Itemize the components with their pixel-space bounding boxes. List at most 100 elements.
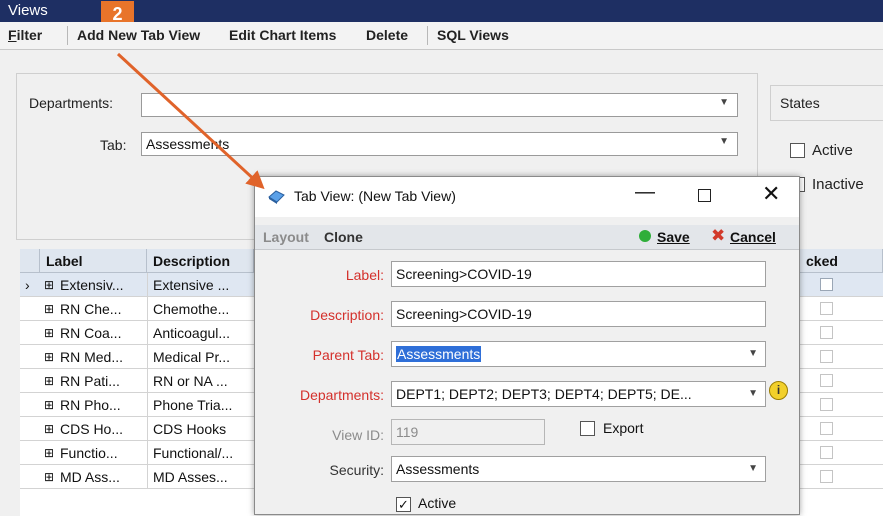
layout-button[interactable]: Layout: [263, 229, 309, 245]
cell-label: RN Che...: [60, 301, 122, 317]
chevron-down-icon: ▼: [748, 463, 758, 474]
cell-divider: [147, 297, 148, 321]
states-inactive-label: Inactive: [812, 176, 864, 193]
menu-add-new-tab-view[interactable]: Add New Tab View: [77, 27, 200, 43]
dialog-description-value: Screening>COVID-19: [396, 306, 532, 322]
column-header-description[interactable]: Description: [147, 249, 254, 273]
cell-label: Extensiv...: [60, 277, 124, 293]
expand-icon[interactable]: ⊞: [44, 398, 54, 412]
departments-label: Departments:: [29, 95, 114, 111]
dialog-export-label: Export: [603, 420, 644, 436]
dialog-parent-tab-value: Assessments: [396, 346, 482, 362]
cell-divider: [147, 345, 148, 369]
dialog-security-value: Assessments: [396, 461, 480, 477]
grid-row-header: [20, 249, 40, 273]
info-icon[interactable]: i: [769, 381, 788, 400]
cell-divider: [147, 393, 148, 417]
maximize-icon[interactable]: [698, 189, 711, 202]
cell-divider: [147, 273, 148, 297]
minimize-icon[interactable]: —: [635, 181, 655, 204]
cell-description: MD Asses...: [153, 469, 228, 485]
locked-checkbox[interactable]: [820, 278, 833, 291]
states-active-label: Active: [812, 142, 853, 159]
menu-filter[interactable]: Filter: [8, 27, 42, 43]
chevron-down-icon: ▼: [719, 97, 729, 108]
cancel-icon: ✖: [711, 226, 726, 245]
expand-icon[interactable]: ⊞: [44, 470, 54, 484]
dialog-security-label: Security:: [329, 462, 384, 478]
locked-checkbox[interactable]: [820, 398, 833, 411]
close-icon[interactable]: ✕: [762, 181, 780, 207]
dialog-view-id-value: 119: [396, 424, 419, 440]
cancel-button[interactable]: Cancel: [730, 229, 776, 245]
cell-label: CDS Ho...: [60, 421, 124, 437]
locked-checkbox[interactable]: [820, 470, 833, 483]
menu-separator: [67, 26, 68, 45]
locked-checkbox[interactable]: [820, 422, 833, 435]
column-header-locked[interactable]: cked: [800, 249, 883, 273]
cell-label: Functio...: [60, 445, 118, 461]
cell-divider: [147, 417, 148, 441]
cell-description: Extensive ...: [153, 277, 230, 293]
menu-sql-views[interactable]: SQL Views: [437, 27, 509, 43]
expand-icon[interactable]: ⊞: [44, 422, 54, 436]
dialog-active-checkbox[interactable]: ✓: [396, 497, 411, 512]
row-indicator-icon: ›: [25, 277, 30, 293]
states-header: States: [770, 85, 883, 121]
dialog-export-checkbox[interactable]: [580, 421, 595, 436]
locked-checkbox[interactable]: [820, 302, 833, 315]
expand-icon[interactable]: ⊞: [44, 302, 54, 316]
cell-description: Medical Pr...: [153, 349, 231, 365]
expand-icon[interactable]: ⊞: [44, 374, 54, 388]
expand-icon[interactable]: ⊞: [44, 446, 54, 460]
chevron-down-icon: ▼: [748, 388, 758, 399]
dialog-departments-value: DEPT1; DEPT2; DEPT3; DEPT4; DEPT5; DE...: [396, 386, 692, 402]
menu-bar: Filter Add New Tab View Edit Chart Items…: [0, 22, 883, 50]
cell-description: CDS Hooks: [153, 421, 227, 437]
states-title: States: [780, 95, 820, 111]
expand-icon[interactable]: ⊞: [44, 278, 54, 292]
filter-accel: F: [8, 27, 17, 43]
tab-value: Assessments: [146, 136, 230, 152]
save-button[interactable]: Save: [657, 229, 690, 245]
cell-label: MD Ass...: [60, 469, 120, 485]
menu-delete[interactable]: Delete: [366, 27, 408, 43]
dialog-description-input[interactable]: Screening>COVID-19: [391, 301, 766, 327]
dialog-toolbar: Layout Clone Save ✖ Cancel: [255, 225, 799, 250]
dialog-view-id-input: 119: [391, 419, 545, 445]
filter-rest: ilter: [16, 27, 43, 43]
cell-description: Functional/...: [153, 445, 234, 461]
dialog-security-combo[interactable]: Assessments ▼: [391, 456, 766, 482]
tab-combo[interactable]: Assessments ▼: [141, 132, 738, 156]
tab-view-icon: [268, 190, 285, 204]
locked-checkbox[interactable]: [820, 374, 833, 387]
cell-divider: [147, 441, 148, 465]
menu-separator: [427, 26, 428, 45]
dialog-title: Tab View: (New Tab View): [294, 188, 456, 204]
cell-label: RN Pati...: [60, 373, 120, 389]
locked-checkbox[interactable]: [820, 350, 833, 363]
states-active-checkbox[interactable]: [790, 143, 805, 158]
dialog-parent-tab-combo[interactable]: Assessments ▼: [391, 341, 766, 367]
menu-edit-chart-items[interactable]: Edit Chart Items: [229, 27, 336, 43]
dialog-label-label: Label:: [345, 267, 384, 283]
locked-checkbox[interactable]: [820, 326, 833, 339]
cell-label: RN Pho...: [60, 397, 121, 413]
cell-description: Chemothe...: [153, 301, 230, 317]
dialog-label-input[interactable]: Screening>COVID-19: [391, 261, 766, 287]
dialog-view-id-label: View ID:: [332, 427, 384, 443]
chevron-down-icon: ▼: [719, 136, 729, 147]
departments-combo[interactable]: ▼: [141, 93, 738, 117]
tab-label: Tab:: [100, 137, 127, 153]
dialog-departments-combo[interactable]: DEPT1; DEPT2; DEPT3; DEPT4; DEPT5; DE...…: [391, 381, 766, 407]
chevron-down-icon: ▼: [748, 348, 758, 359]
expand-icon[interactable]: ⊞: [44, 350, 54, 364]
clone-button[interactable]: Clone: [324, 229, 363, 245]
locked-checkbox[interactable]: [820, 446, 833, 459]
dialog-label-value: Screening>COVID-19: [396, 266, 532, 282]
cell-divider: [147, 369, 148, 393]
column-header-label[interactable]: Label: [40, 249, 147, 273]
cell-description: Anticoagul...: [153, 325, 231, 341]
expand-icon[interactable]: ⊞: [44, 326, 54, 340]
cell-label: RN Coa...: [60, 325, 122, 341]
